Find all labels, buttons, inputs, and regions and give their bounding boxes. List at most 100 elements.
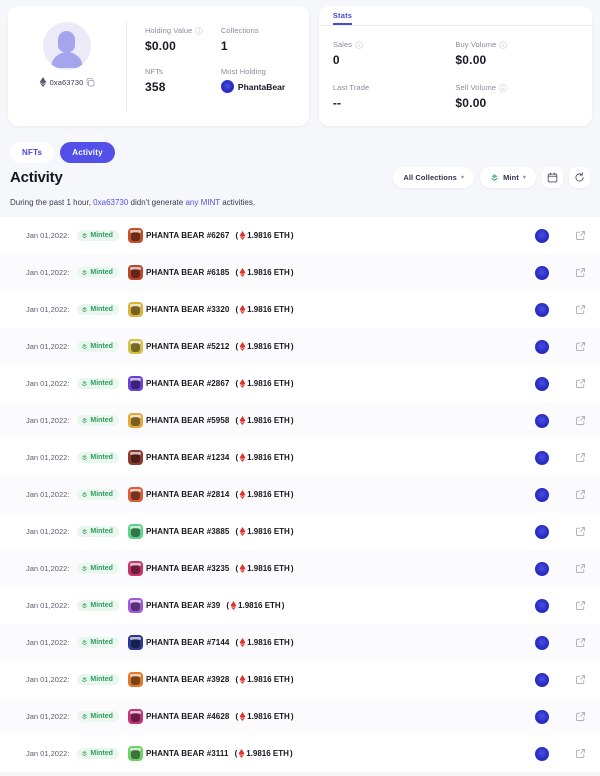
tab-activity[interactable]: Activity bbox=[60, 142, 115, 163]
calendar-button[interactable] bbox=[542, 167, 563, 188]
ethereum-price-icon bbox=[230, 601, 237, 610]
nft-name[interactable]: PHANTA BEAR #7144 bbox=[146, 638, 230, 647]
activity-date: Jan 01,2022: bbox=[26, 564, 69, 573]
tab-stats[interactable]: Stats bbox=[333, 11, 352, 25]
nft-name[interactable]: PHANTA BEAR #2867 bbox=[146, 379, 230, 388]
ethereum-price-icon bbox=[239, 342, 246, 351]
most-holding-collection[interactable]: PhantaBear bbox=[221, 80, 297, 93]
info-icon[interactable] bbox=[355, 41, 363, 49]
nft-thumbnail[interactable] bbox=[128, 265, 143, 280]
collection-icon[interactable] bbox=[535, 488, 549, 502]
external-link-icon[interactable] bbox=[575, 341, 586, 352]
nft-thumbnail[interactable] bbox=[128, 450, 143, 465]
nft-name[interactable]: PHANTA BEAR #2814 bbox=[146, 490, 230, 499]
collection-icon[interactable] bbox=[535, 414, 549, 428]
nft-name[interactable]: PHANTA BEAR #5212 bbox=[146, 342, 230, 351]
table-row[interactable]: Jan 01,2022:MintedPHANTA BEAR #3320(1.98… bbox=[0, 291, 600, 328]
nft-thumbnail[interactable] bbox=[128, 635, 143, 650]
nft-name[interactable]: PHANTA BEAR #6185 bbox=[146, 268, 230, 277]
collection-icon[interactable] bbox=[535, 340, 549, 354]
external-link-icon[interactable] bbox=[575, 600, 586, 611]
table-row[interactable]: Jan 01,2022:MintedPHANTA BEAR #7144(1.98… bbox=[0, 624, 600, 661]
collection-icon[interactable] bbox=[535, 451, 549, 465]
table-row[interactable]: Jan 01,2022:MintedPHANTA BEAR #3928(1.98… bbox=[0, 661, 600, 698]
collection-icon[interactable] bbox=[535, 636, 549, 650]
collection-icon[interactable] bbox=[535, 266, 549, 280]
external-link-icon[interactable] bbox=[575, 378, 586, 389]
nft-name[interactable]: PHANTA BEAR #39 bbox=[146, 601, 220, 610]
price-paren-close: ) bbox=[291, 231, 294, 240]
collection-icon[interactable] bbox=[535, 710, 549, 724]
nft-thumbnail[interactable] bbox=[128, 672, 143, 687]
nft-thumbnail[interactable] bbox=[128, 413, 143, 428]
nft-name[interactable]: PHANTA BEAR #6267 bbox=[146, 231, 230, 240]
table-row[interactable]: Jan 01,2022:MintedPHANTA BEAR #1234(1.98… bbox=[0, 439, 600, 476]
collection-icon[interactable] bbox=[535, 599, 549, 613]
info-icon[interactable] bbox=[499, 84, 507, 92]
external-link-icon[interactable] bbox=[575, 526, 586, 537]
table-row[interactable]: Jan 01,2022:MintedPHANTA BEAR #5212(1.98… bbox=[0, 328, 600, 365]
activity-notice: During the past 1 hour, 0xa63730 didn't … bbox=[10, 198, 590, 207]
external-link-icon[interactable] bbox=[575, 674, 586, 685]
event-filter-dropdown[interactable]: Mint ▾ bbox=[480, 167, 536, 188]
external-link-icon[interactable] bbox=[575, 267, 586, 278]
notice-suffix: activities. bbox=[220, 198, 255, 207]
activity-date: Jan 01,2022: bbox=[26, 305, 69, 314]
external-link-icon[interactable] bbox=[575, 563, 586, 574]
nft-thumbnail[interactable] bbox=[128, 561, 143, 576]
external-link-icon[interactable] bbox=[575, 304, 586, 315]
nft-name[interactable]: PHANTA BEAR #5958 bbox=[146, 416, 230, 425]
table-row[interactable]: Jan 01,2022:MintedPHANTA BEAR #3235(1.98… bbox=[0, 550, 600, 587]
external-link-icon[interactable] bbox=[575, 415, 586, 426]
table-row[interactable]: Jan 01,2022:MintedPHANTA BEAR #39(1.9816… bbox=[0, 587, 600, 624]
nft-thumbnail[interactable] bbox=[128, 524, 143, 539]
nft-thumbnail[interactable] bbox=[128, 302, 143, 317]
external-link-icon[interactable] bbox=[575, 230, 586, 241]
external-link-icon[interactable] bbox=[575, 711, 586, 722]
table-row[interactable]: Jan 01,2022:MintedPHANTA BEAR #6185(1.98… bbox=[0, 254, 600, 291]
collection-icon[interactable] bbox=[535, 303, 549, 317]
collections-filter-dropdown[interactable]: All Collections ▾ bbox=[393, 167, 474, 188]
nft-name[interactable]: PHANTA BEAR #3235 bbox=[146, 564, 230, 573]
table-row[interactable]: Jan 01,2022:MintedPHANTA BEAR #6267(1.98… bbox=[0, 217, 600, 254]
nft-name[interactable]: PHANTA BEAR #3111 bbox=[146, 749, 229, 758]
price-paren-close: ) bbox=[291, 564, 294, 573]
collection-icon[interactable] bbox=[535, 562, 549, 576]
table-row[interactable]: Jan 01,2022:MintedPHANTA BEAR #3885(1.98… bbox=[0, 513, 600, 550]
nft-name[interactable]: PHANTA BEAR #1234 bbox=[146, 453, 230, 462]
stat-label: Buy Volume bbox=[455, 40, 578, 49]
info-icon[interactable] bbox=[195, 27, 203, 35]
nft-thumbnail[interactable] bbox=[128, 746, 143, 761]
nft-thumbnail[interactable] bbox=[128, 598, 143, 613]
nft-thumbnail[interactable] bbox=[128, 709, 143, 724]
table-row[interactable]: Jan 01,2022:MintedPHANTA BEAR #4628(1.98… bbox=[0, 698, 600, 735]
nft-thumbnail[interactable] bbox=[128, 376, 143, 391]
collection-icon[interactable] bbox=[535, 229, 549, 243]
nft-thumbnail[interactable] bbox=[128, 487, 143, 502]
nft-name[interactable]: PHANTA BEAR #4628 bbox=[146, 712, 230, 721]
notice-address-link[interactable]: 0xa63730 bbox=[93, 198, 128, 207]
copy-icon[interactable] bbox=[86, 78, 95, 87]
external-link-icon[interactable] bbox=[575, 748, 586, 759]
external-link-icon[interactable] bbox=[575, 489, 586, 500]
external-link-icon[interactable] bbox=[575, 637, 586, 648]
nft-thumbnail[interactable] bbox=[128, 339, 143, 354]
nft-name[interactable]: PHANTA BEAR #3885 bbox=[146, 527, 230, 536]
collection-icon[interactable] bbox=[535, 747, 549, 761]
avatar-block: 0xa63730 bbox=[8, 16, 126, 87]
table-row[interactable]: Jan 01,2022:MintedPHANTA BEAR #2867(1.98… bbox=[0, 365, 600, 402]
refresh-button[interactable] bbox=[569, 167, 590, 188]
table-row[interactable]: Jan 01,2022:MintedPHANTA BEAR #3111(1.98… bbox=[0, 735, 600, 772]
table-row[interactable]: Jan 01,2022:MintedPHANTA BEAR #2814(1.98… bbox=[0, 476, 600, 513]
table-row[interactable]: Jan 01,2022:MintedPHANTA BEAR #5958(1.98… bbox=[0, 402, 600, 439]
collection-icon[interactable] bbox=[535, 377, 549, 391]
collection-icon[interactable] bbox=[535, 525, 549, 539]
nft-thumbnail[interactable] bbox=[128, 228, 143, 243]
info-icon[interactable] bbox=[499, 41, 507, 49]
collection-icon[interactable] bbox=[535, 673, 549, 687]
nft-name[interactable]: PHANTA BEAR #3928 bbox=[146, 675, 230, 684]
wallet-address-row[interactable]: 0xa63730 bbox=[39, 77, 96, 87]
external-link-icon[interactable] bbox=[575, 452, 586, 463]
nft-name[interactable]: PHANTA BEAR #3320 bbox=[146, 305, 230, 314]
tab-nfts[interactable]: NFTs bbox=[10, 142, 54, 163]
